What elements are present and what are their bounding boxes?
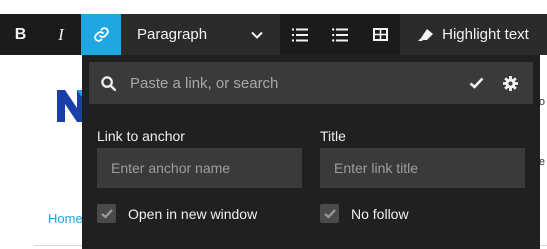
anchor-name-input[interactable] [97,148,302,188]
italic-button[interactable]: I [41,14,81,55]
editor-toolbar: B I Paragraph Highlight text [0,14,547,55]
checkmark-icon [100,208,113,219]
search-icon [101,75,116,91]
link-icon [93,27,109,42]
confirm-link-button[interactable] [465,72,487,94]
numbered-list-button[interactable] [280,14,320,55]
open-new-window-checkbox[interactable]: Open in new window [97,204,302,223]
anchor-label: Link to anchor [97,128,185,144]
format-select[interactable]: Paragraph [121,14,280,55]
nofollow-label: No follow [351,205,409,222]
checkmark-icon [469,77,483,89]
highlight-text-button[interactable]: Highlight text [400,14,547,55]
gear-icon [502,75,518,91]
nofollow-checkbox[interactable]: No follow [320,204,525,223]
numbered-list-icon [292,28,308,41]
bullet-list-icon [332,27,348,42]
title-label: Title [320,128,346,144]
format-select-value: Paragraph [137,26,208,43]
checkbox-box[interactable] [97,204,116,223]
link-settings-button[interactable] [499,72,521,94]
link-title-input[interactable] [320,148,525,188]
checkbox-box[interactable] [320,204,339,223]
open-new-window-label: Open in new window [128,205,258,222]
bold-button[interactable]: B [0,14,41,55]
highlight-text-label: Highlight text [442,26,529,43]
table-icon [372,28,388,41]
link-popover: Link to anchor Title Open in new window … [82,55,540,249]
highlighter-icon [418,28,434,41]
link-button[interactable] [81,14,121,55]
anchor-field-group: Link to anchor [97,128,302,188]
table-button[interactable] [360,14,400,55]
link-search-input[interactable] [128,73,453,93]
checkmark-icon [323,208,336,219]
title-field-group: Title [320,128,525,188]
link-search-bar [89,62,533,104]
chevron-down-icon [251,31,263,39]
breadcrumb-home-link[interactable]: Home [48,211,83,226]
bullet-list-button[interactable] [320,14,360,55]
